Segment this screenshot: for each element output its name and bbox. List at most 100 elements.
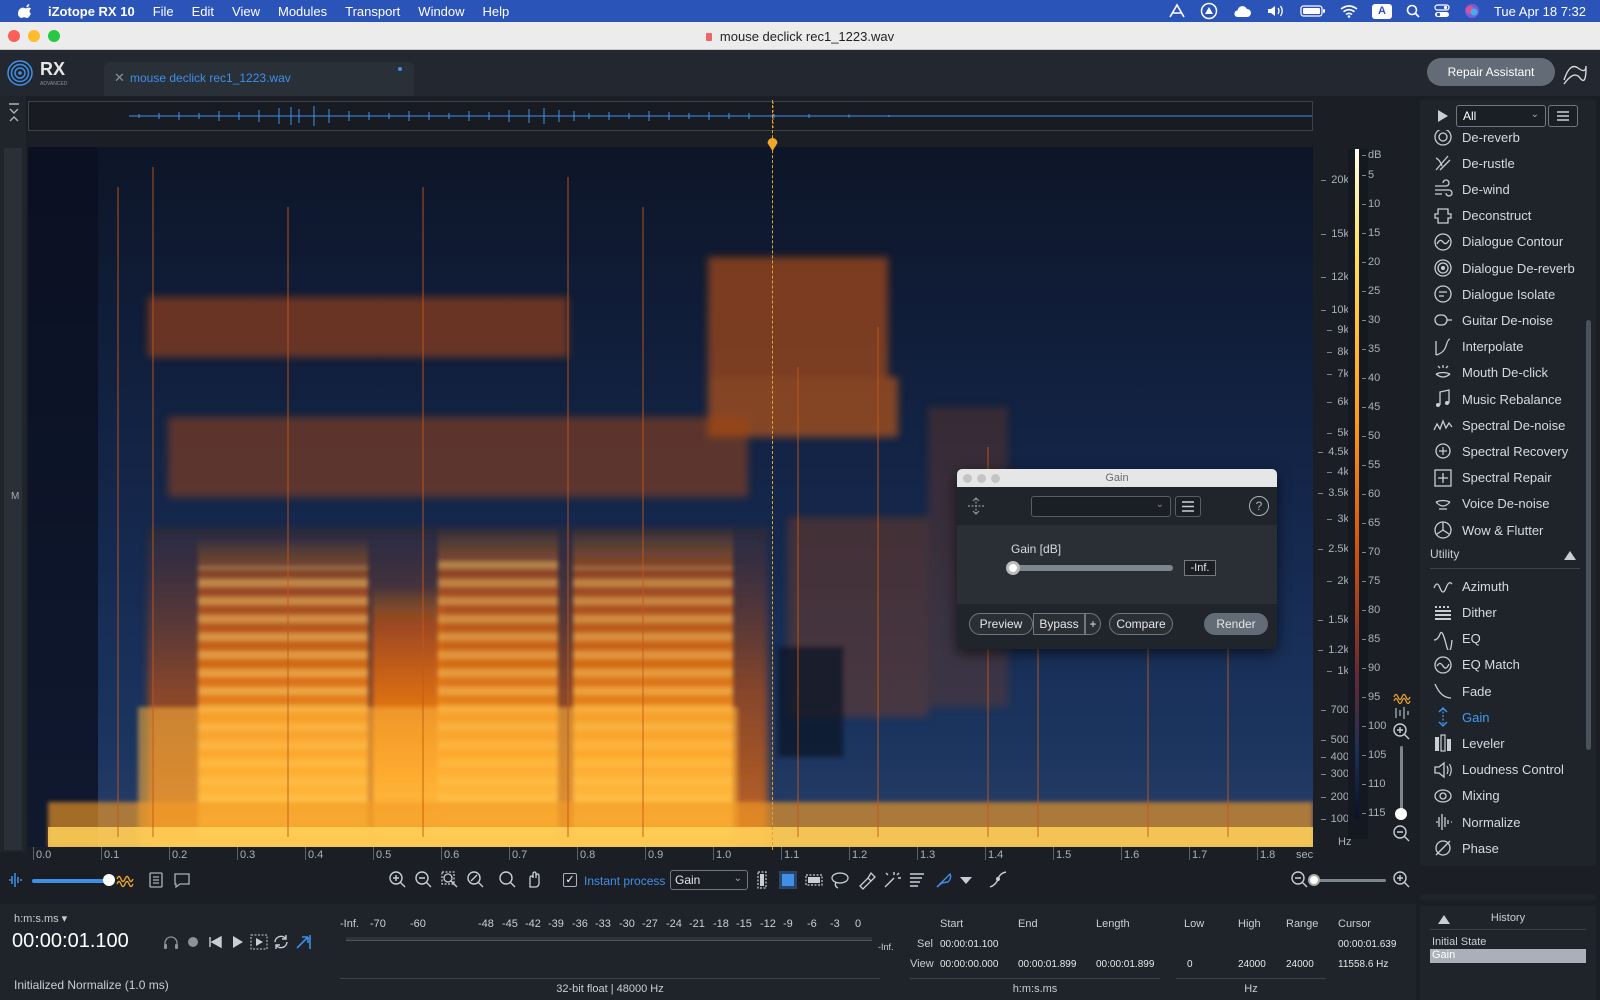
bypass-add-button[interactable]: + <box>1085 613 1101 635</box>
go-to-start-icon[interactable] <box>206 934 224 950</box>
zoom-in-icon[interactable] <box>388 870 408 890</box>
history-item-initial-state[interactable]: Initial State <box>1430 936 1586 950</box>
bypass-button[interactable]: Bypass <box>1033 613 1085 635</box>
magic-wand-icon[interactable] <box>882 870 902 890</box>
collapse-overview-icon[interactable] <box>8 102 20 124</box>
headphones-icon[interactable] <box>162 934 180 950</box>
spectrogram-mode-icon[interactable] <box>1392 706 1412 720</box>
module-item[interactable]: De-rustle <box>1420 150 1586 176</box>
spectrogram-blend-slider[interactable] <box>32 879 110 883</box>
collapse-section-icon[interactable] <box>1564 551 1576 561</box>
utility-section-header[interactable]: Utility <box>1430 547 1580 570</box>
follow-playhead-icon[interactable] <box>294 934 312 950</box>
preset-select[interactable]: ⌄ <box>1031 496 1171 517</box>
module-item[interactable]: Dialogue Contour <box>1420 229 1586 255</box>
horizontal-zoom-in-icon[interactable] <box>1392 870 1412 890</box>
icloud-status-icon[interactable] <box>1232 4 1252 18</box>
control-center-icon[interactable] <box>1434 4 1450 18</box>
module-item[interactable]: Voice De-noise <box>1420 491 1586 517</box>
zoom-in-vertical-icon[interactable] <box>1392 722 1412 740</box>
module-item[interactable]: Mouth De-click <box>1420 360 1586 386</box>
module-item[interactable]: EQ Match <box>1420 652 1586 678</box>
menu-help[interactable]: Help <box>483 4 510 19</box>
zoom-fit-icon[interactable] <box>466 870 486 890</box>
help-button[interactable]: ? <box>1249 496 1269 516</box>
siri-icon[interactable] <box>1464 3 1480 19</box>
high-value[interactable]: 24000 <box>1238 959 1266 970</box>
instant-process-label[interactable]: Instant process <box>584 874 665 888</box>
battery-icon[interactable] <box>1300 5 1326 17</box>
menu-view[interactable]: View <box>232 4 260 19</box>
sel-start-value[interactable]: 00:00:01.100 <box>940 939 998 950</box>
file-tab[interactable]: ✕ mouse declick rec1_1223.wav <box>104 62 414 96</box>
menu-file[interactable]: File <box>153 4 174 19</box>
module-item[interactable]: Normalize <box>1420 809 1586 835</box>
app-menu[interactable]: iZotope RX 10 <box>48 4 135 19</box>
module-item[interactable]: Dialogue De-reverb <box>1420 255 1586 281</box>
gain-dialog-minimize-button[interactable] <box>977 474 986 483</box>
plugin-swirl-icon[interactable] <box>1560 58 1590 88</box>
module-item[interactable]: Spectral Recovery <box>1420 438 1586 464</box>
notes-icon[interactable] <box>146 870 166 890</box>
module-item[interactable]: Guitar De-noise <box>1420 307 1586 333</box>
frequency-selection-icon[interactable] <box>804 870 824 890</box>
module-item[interactable]: Fade <box>1420 678 1586 704</box>
play-selection-icon[interactable] <box>250 934 268 950</box>
menu-transport[interactable]: Transport <box>345 4 400 19</box>
time-selection-icon[interactable] <box>752 870 772 890</box>
lasso-icon[interactable] <box>830 870 850 890</box>
menu-edit[interactable]: Edit <box>192 4 214 19</box>
view-start-value[interactable]: 00:00:00.000 <box>940 959 998 970</box>
history-item-gain[interactable]: Gain <box>1430 949 1586 963</box>
spotlight-search-icon[interactable] <box>1406 4 1420 18</box>
repair-assistant-button[interactable]: Repair Assistant <box>1427 58 1555 86</box>
close-tab-icon[interactable]: ✕ <box>114 70 125 86</box>
gain-dialog-close-button[interactable] <box>963 474 972 483</box>
module-item[interactable]: Wow & Flutter <box>1420 517 1586 543</box>
loop-icon[interactable] <box>272 934 290 950</box>
zoom-selection-icon[interactable] <box>440 870 460 890</box>
instant-process-operation-select[interactable]: Gain ⌄ <box>670 870 748 890</box>
record-icon[interactable] <box>184 934 202 950</box>
creative-cloud-status-icon[interactable] <box>1200 2 1218 20</box>
gain-slider-knob[interactable] <box>1006 561 1020 575</box>
module-item[interactable]: Deconstruct <box>1420 203 1586 229</box>
volume-icon[interactable] <box>1266 4 1286 18</box>
playhead-handle-icon[interactable] <box>767 137 778 151</box>
comment-icon[interactable] <box>172 870 192 890</box>
module-item[interactable]: Mixing <box>1420 783 1586 809</box>
module-item[interactable]: Spectral Repair <box>1420 465 1586 491</box>
module-item[interactable]: De-reverb <box>1420 130 1586 150</box>
wifi-icon[interactable] <box>1340 4 1358 18</box>
preview-button[interactable]: Preview <box>969 613 1033 635</box>
playhead-cursor[interactable] <box>772 100 773 850</box>
gain-dialog-zoom-button[interactable] <box>991 474 1000 483</box>
horizontal-zoom-knob[interactable] <box>1308 874 1320 886</box>
waveform-overview[interactable] <box>28 101 1313 131</box>
apple-icon[interactable] <box>18 4 32 18</box>
menubar-clock[interactable]: Tue Apr 18 7:32 <box>1494 4 1586 19</box>
horizontal-zoom-out-icon[interactable] <box>1290 870 1310 890</box>
input-source-icon[interactable]: A <box>1371 3 1392 19</box>
brush-icon[interactable] <box>856 870 876 890</box>
play-icon[interactable] <box>228 934 246 950</box>
module-list-menu-button[interactable] <box>1548 105 1578 127</box>
time-frequency-selection-icon[interactable] <box>778 870 798 890</box>
horizontal-zoom-track[interactable] <box>1312 879 1386 882</box>
range-value[interactable]: 24000 <box>1286 959 1314 970</box>
play-module-chain-icon[interactable] <box>1438 110 1448 122</box>
adobe-status-icon[interactable] <box>1168 3 1186 19</box>
file-tab-label[interactable]: mouse declick rec1_1223.wav <box>130 71 291 85</box>
module-item[interactable]: Azimuth <box>1420 573 1586 599</box>
module-item[interactable]: Loudness Control <box>1420 757 1586 783</box>
view-length-value[interactable]: 00:00:01.899 <box>1096 959 1154 970</box>
menu-window[interactable]: Window <box>418 4 464 19</box>
waveform-view-icon[interactable] <box>6 870 26 890</box>
zoom-out-icon[interactable] <box>414 870 434 890</box>
gain-slider-track[interactable] <box>1013 565 1173 571</box>
gain-dialog-title[interactable]: Gain <box>957 469 1277 487</box>
compare-button[interactable]: Compare <box>1109 613 1173 635</box>
waveform-mode-icon[interactable] <box>1392 690 1412 704</box>
harmonic-selection-icon[interactable] <box>908 870 928 890</box>
module-item[interactable]: De-wind <box>1420 176 1586 202</box>
